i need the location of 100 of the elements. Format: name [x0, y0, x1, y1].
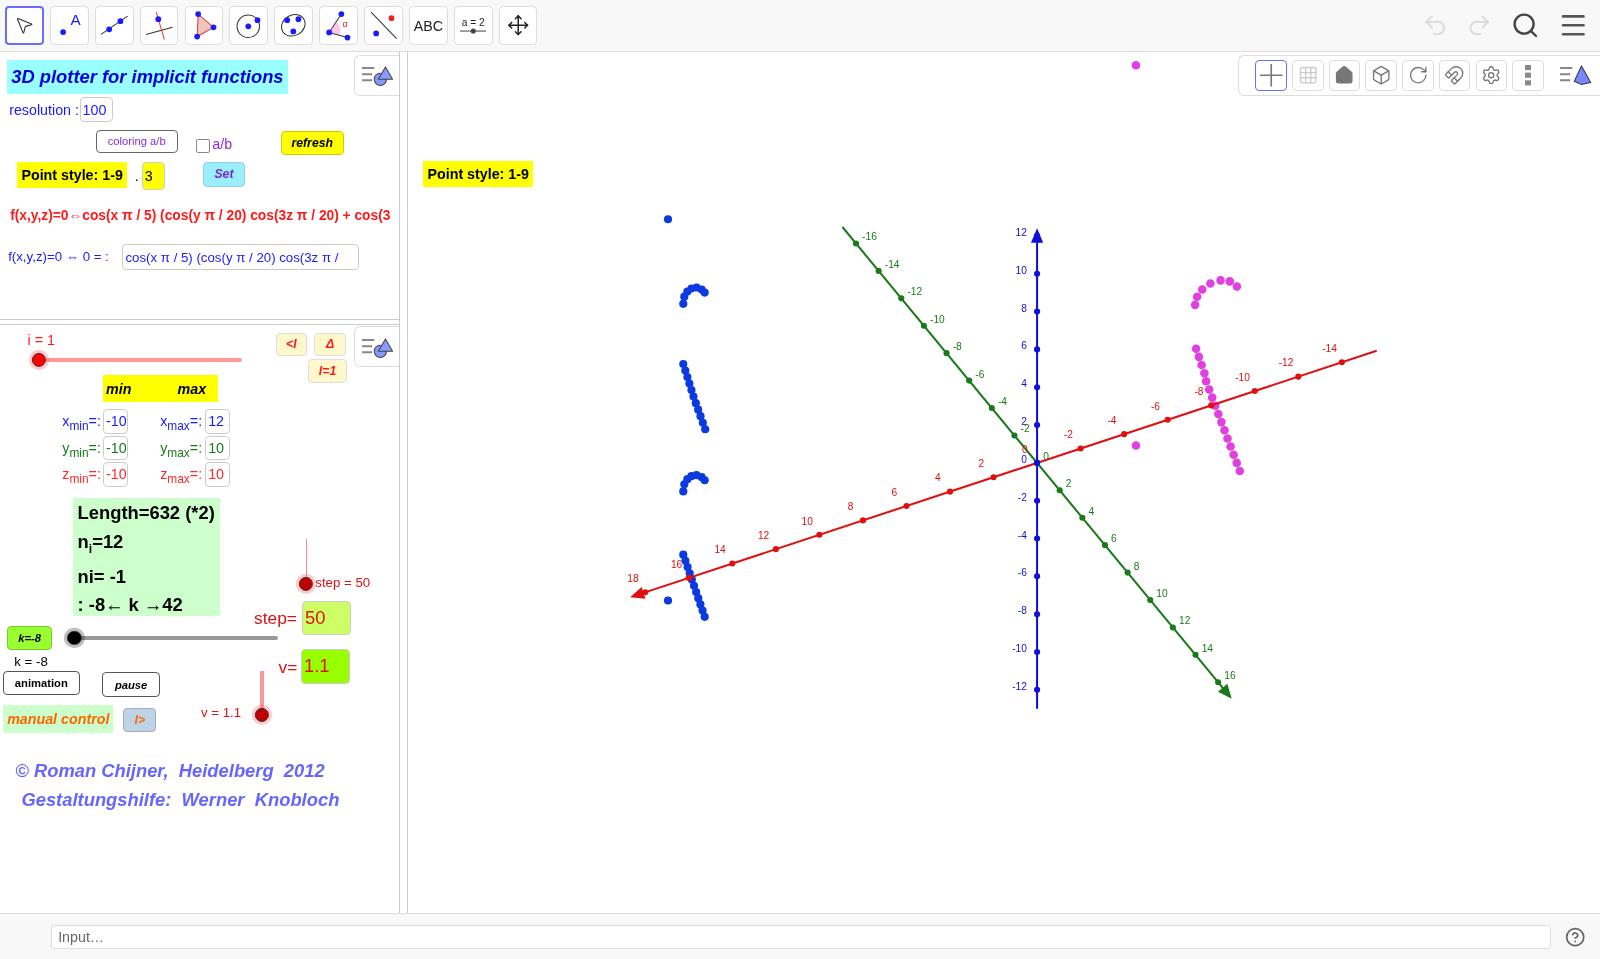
credit-text: Gestaltungshilfe: Werner Knobloch — [21, 788, 340, 811]
grid-icon — [1297, 65, 1318, 86]
range-field[interactable]: -10 — [103, 435, 128, 461]
range-field[interactable]: 10 — [205, 435, 230, 461]
style-bar-icon — [360, 335, 394, 359]
axis-tick-label: 14 — [1201, 642, 1214, 654]
help-icon[interactable] — [1565, 926, 1586, 947]
axis-tick-label: 16 — [1224, 670, 1236, 682]
v-field[interactable]: 1.1 — [301, 648, 350, 684]
axes-icon — [1258, 63, 1284, 88]
info-text: : -8← k →42 — [77, 594, 184, 617]
tool-button[interactable]: a = 2 — [453, 6, 493, 45]
perpendicular-line-icon — [143, 10, 175, 41]
slider-thumb[interactable] — [255, 707, 270, 722]
delta-button[interactable]: Δ — [314, 332, 346, 357]
function-field[interactable]: cos(x π / 5) (cos(y π / 20) cos(3z π / — [122, 243, 360, 271]
axis-tick-label: 12 — [758, 529, 770, 541]
checkbox-label: a/b — [212, 135, 233, 152]
axis-tick-label: -4 — [1107, 414, 1117, 426]
range-label: y$_{max}$=: — [160, 439, 203, 461]
axis-tick-label: 4 — [935, 472, 941, 484]
style-bar-toggle[interactable] — [354, 55, 399, 96]
axis-tick-label: -14 — [1322, 343, 1338, 355]
step-field[interactable]: 50 — [302, 600, 351, 635]
slider-thumb[interactable] — [299, 576, 314, 591]
separator-dot: . — [134, 168, 139, 185]
point-style-field[interactable]: 3 — [141, 162, 166, 190]
axis-tick-label: -12 — [907, 286, 923, 298]
axis-tick-label: 4 — [1088, 505, 1095, 517]
slider-label: v = 1.1 — [201, 705, 242, 720]
range-label: x$_{min}$=: — [62, 413, 101, 435]
rotate-icon — [1407, 65, 1429, 86]
style-bar-icon — [360, 64, 394, 87]
axis-tick-label: 8 — [847, 501, 854, 513]
input-field[interactable]: Input… — [51, 924, 1551, 949]
range-label: z$_{max}$=: — [160, 466, 203, 488]
axis-tick-label: -12 — [1012, 680, 1027, 692]
reset-button[interactable]: I=1 — [308, 359, 347, 383]
axis-tick-label: -10 — [930, 313, 945, 325]
more-options-icon — [1525, 65, 1532, 86]
axis-tick-label: 0 — [1021, 453, 1027, 465]
checkbox[interactable] — [195, 138, 211, 153]
k-button[interactable]: k=-8 — [7, 626, 53, 650]
refresh-button[interactable]: refresh — [280, 130, 344, 156]
v-label: v= — [278, 657, 298, 679]
formula-text: f(x,y,z)=0⇔cos(x π / 5) (cos(y π / 20) cos(3z π / 20) + cos(3 — [10, 208, 391, 224]
range-label: y$_{min}$=: — [62, 439, 101, 461]
style-bar-button[interactable] — [1255, 59, 1287, 92]
app-title: 3D plotter for implicit functions — [7, 60, 288, 95]
axis-tick-label: -2 — [1017, 491, 1027, 503]
tool-button[interactable]: ABC — [408, 6, 448, 45]
animation-button[interactable]: animation — [3, 671, 80, 695]
axis-tick-label: 18 — [627, 573, 639, 585]
resolution-field[interactable]: 100 — [79, 96, 114, 123]
style-bar-icon — [1559, 64, 1592, 87]
axis-tick-label: 4 — [1021, 378, 1027, 390]
info-text: n$_{i}$=12 — [77, 530, 125, 558]
axis-tick-label: -8 — [1017, 605, 1027, 617]
axis-tick-label: -4 — [998, 396, 1008, 407]
info-text: ni= -1 — [77, 565, 127, 589]
axis-tick-label: 8 — [1021, 302, 1027, 314]
slider-thumb[interactable] — [67, 630, 82, 645]
slider-thumb[interactable] — [31, 353, 46, 368]
axis-tick-label: 12 — [1015, 226, 1027, 238]
range-field[interactable]: -10 — [103, 409, 128, 434]
axis-tick-label: -10 — [1235, 371, 1250, 383]
pause-button[interactable]: pause — [102, 672, 161, 697]
axis-tick-label: -6 — [975, 368, 985, 380]
axis-tick-label: -14 — [884, 258, 900, 270]
slider-label: k = -8 — [14, 654, 48, 669]
axis-tick-label: -12 — [1278, 357, 1294, 369]
axis-tick-label: 8 — [1133, 560, 1140, 572]
style-bar-toggle[interactable] — [354, 326, 399, 368]
function-label: f(x,y,z)=0 ⇔ 0 = : — [8, 248, 109, 264]
manual-control-label: manual control — [3, 705, 114, 734]
axis-tick-label: -6 — [1151, 400, 1161, 412]
settings-icon — [1481, 65, 1502, 86]
range-field[interactable]: 12 — [205, 409, 230, 434]
tool-button[interactable]: A — [49, 6, 89, 45]
axis-tick-label: -8 — [1194, 386, 1204, 398]
search-icon — [1511, 11, 1540, 40]
axis-tick-label: 2 — [1065, 478, 1072, 490]
range-field[interactable]: -10 — [103, 462, 128, 487]
axis-tick-label: -4 — [1017, 529, 1027, 541]
reflect-line-icon — [368, 10, 399, 41]
move-arrows-icon — [506, 14, 530, 37]
resolution-label: resolution : — [9, 102, 79, 118]
range-label: x$_{max}$=: — [160, 413, 203, 435]
axis-tick-label: 6 — [891, 486, 898, 498]
info-text: Length=632 (*2) — [77, 501, 216, 525]
range-field[interactable]: 10 — [205, 462, 230, 487]
point-style-label: Point style: 1-9 — [17, 162, 127, 189]
axis-tick-label: 2 — [978, 458, 985, 470]
axis-tick-label: 16 — [671, 558, 683, 570]
coloring-button[interactable]: coloring a/b — [95, 129, 178, 154]
axis-tick-label: -10 — [1012, 643, 1027, 655]
axis-tick-label: 10 — [801, 515, 813, 527]
previous-button[interactable]: <I — [275, 332, 308, 357]
axis-tick-label: -2 — [1063, 429, 1073, 441]
set-button[interactable]: Set — [203, 162, 245, 187]
